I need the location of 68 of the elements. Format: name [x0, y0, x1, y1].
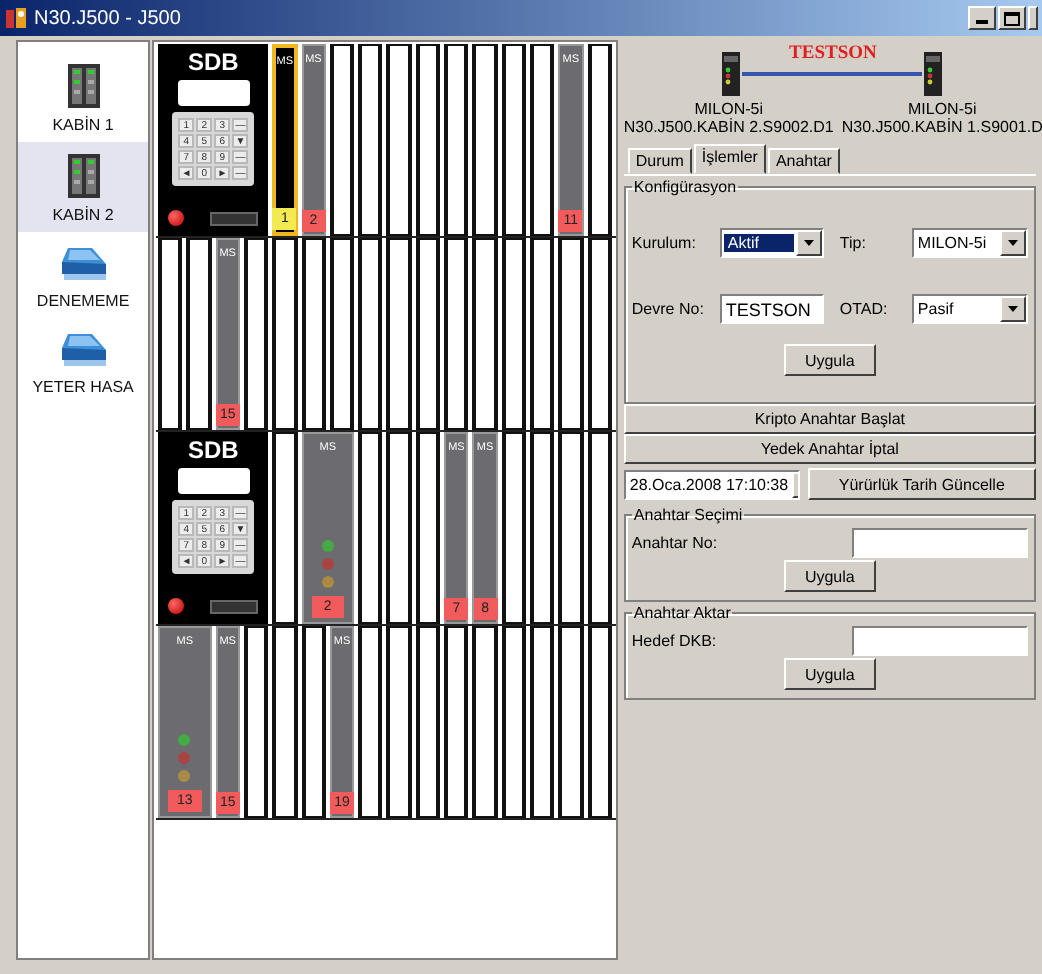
- status-light: [168, 598, 185, 614]
- dropdown-arrow-icon: [803, 240, 814, 246]
- dropdown-arrow-icon: [1007, 240, 1018, 246]
- dropdown-arrow-icon: [1007, 306, 1018, 312]
- field-label: Hedef DKB:: [631, 632, 717, 650]
- status-led: [321, 540, 334, 552]
- dropdown[interactable]: Aktif: [719, 228, 824, 258]
- empty-slot[interactable]: [243, 238, 269, 430]
- status-led: [178, 734, 191, 746]
- tab[interactable]: Durum: [627, 148, 692, 174]
- server-rack-icon: [65, 64, 102, 108]
- field-label: Kurulum:: [631, 234, 698, 252]
- field-label: Devre No:: [631, 300, 706, 318]
- link-name: TESTSON: [789, 44, 877, 64]
- group-title: Konfigürasyon: [631, 178, 739, 196]
- status-led: [321, 558, 334, 570]
- close-button[interactable]: [1028, 6, 1038, 30]
- drive-icon: [59, 244, 108, 284]
- maximize-button[interactable]: [998, 6, 1026, 30]
- app-icon: [4, 6, 28, 30]
- status-led: [178, 770, 191, 782]
- status-led: [178, 752, 191, 764]
- dropdown[interactable]: Pasif: [911, 294, 1028, 324]
- date-picker[interactable]: 28.Oca.2008 17:10:38: [623, 469, 800, 499]
- action-button[interactable]: Yedek Anahtar İptal: [623, 434, 1036, 464]
- device-icon: [720, 52, 743, 96]
- sidebar-item[interactable]: YETER HASA: [18, 318, 149, 404]
- sidebar-item[interactable]: KABİN 2: [18, 142, 149, 232]
- display-screen: [177, 468, 250, 494]
- server-rack-icon: [65, 154, 102, 198]
- apply-button[interactable]: Uygula: [783, 560, 876, 592]
- sidebar-item[interactable]: DENEMEME: [18, 232, 149, 318]
- input-field[interactable]: [851, 626, 1028, 656]
- input-field[interactable]: [851, 528, 1028, 558]
- device-model: MILON-5i: [908, 100, 977, 118]
- device-path: N30.J500.KABİN 1.S9001.D: [841, 118, 1042, 136]
- field-label: OTAD:: [839, 300, 890, 318]
- label-plate: [210, 599, 259, 613]
- empty-slot[interactable]: [186, 238, 212, 430]
- label-plate: [210, 211, 259, 225]
- empty-slot[interactable]: [158, 238, 183, 430]
- field-label: Tip:: [839, 234, 868, 252]
- device-path: N30.J500.KABİN 2.S9002.D1: [623, 118, 834, 136]
- update-date-button[interactable]: Yürürlük Tarih Güncelle: [807, 468, 1036, 500]
- action-button[interactable]: Kripto Anahtar Başlat: [623, 404, 1036, 434]
- maximize-icon: [1004, 11, 1020, 25]
- group-title: Anahtar Seçimi: [631, 506, 745, 524]
- device-icon: [922, 52, 945, 96]
- input-field[interactable]: TESTSON: [719, 294, 824, 324]
- apply-button[interactable]: Uygula: [783, 658, 876, 690]
- display-screen: [177, 80, 250, 106]
- sidebar-item[interactable]: KABİN 1: [18, 52, 149, 142]
- group-title: Anahtar Aktar: [631, 604, 733, 622]
- unit-title: SDB: [188, 438, 239, 462]
- device-model: MILON-5i: [694, 100, 763, 118]
- window-title: N30.J500 - J500: [34, 7, 183, 29]
- status-light: [168, 210, 185, 226]
- drive-icon: [59, 330, 108, 370]
- status-led: [321, 576, 334, 588]
- unit-title: SDB: [188, 50, 239, 74]
- tab[interactable]: Anahtar: [767, 148, 840, 174]
- dropdown[interactable]: MILON-5i: [911, 228, 1028, 258]
- field-label: Anahtar No:: [631, 534, 718, 552]
- empty-slot[interactable]: [301, 626, 326, 818]
- apply-button[interactable]: Uygula: [783, 344, 876, 376]
- tab[interactable]: İşlemler: [693, 144, 766, 174]
- empty-slot[interactable]: [243, 626, 269, 818]
- minimize-button[interactable]: [968, 6, 996, 30]
